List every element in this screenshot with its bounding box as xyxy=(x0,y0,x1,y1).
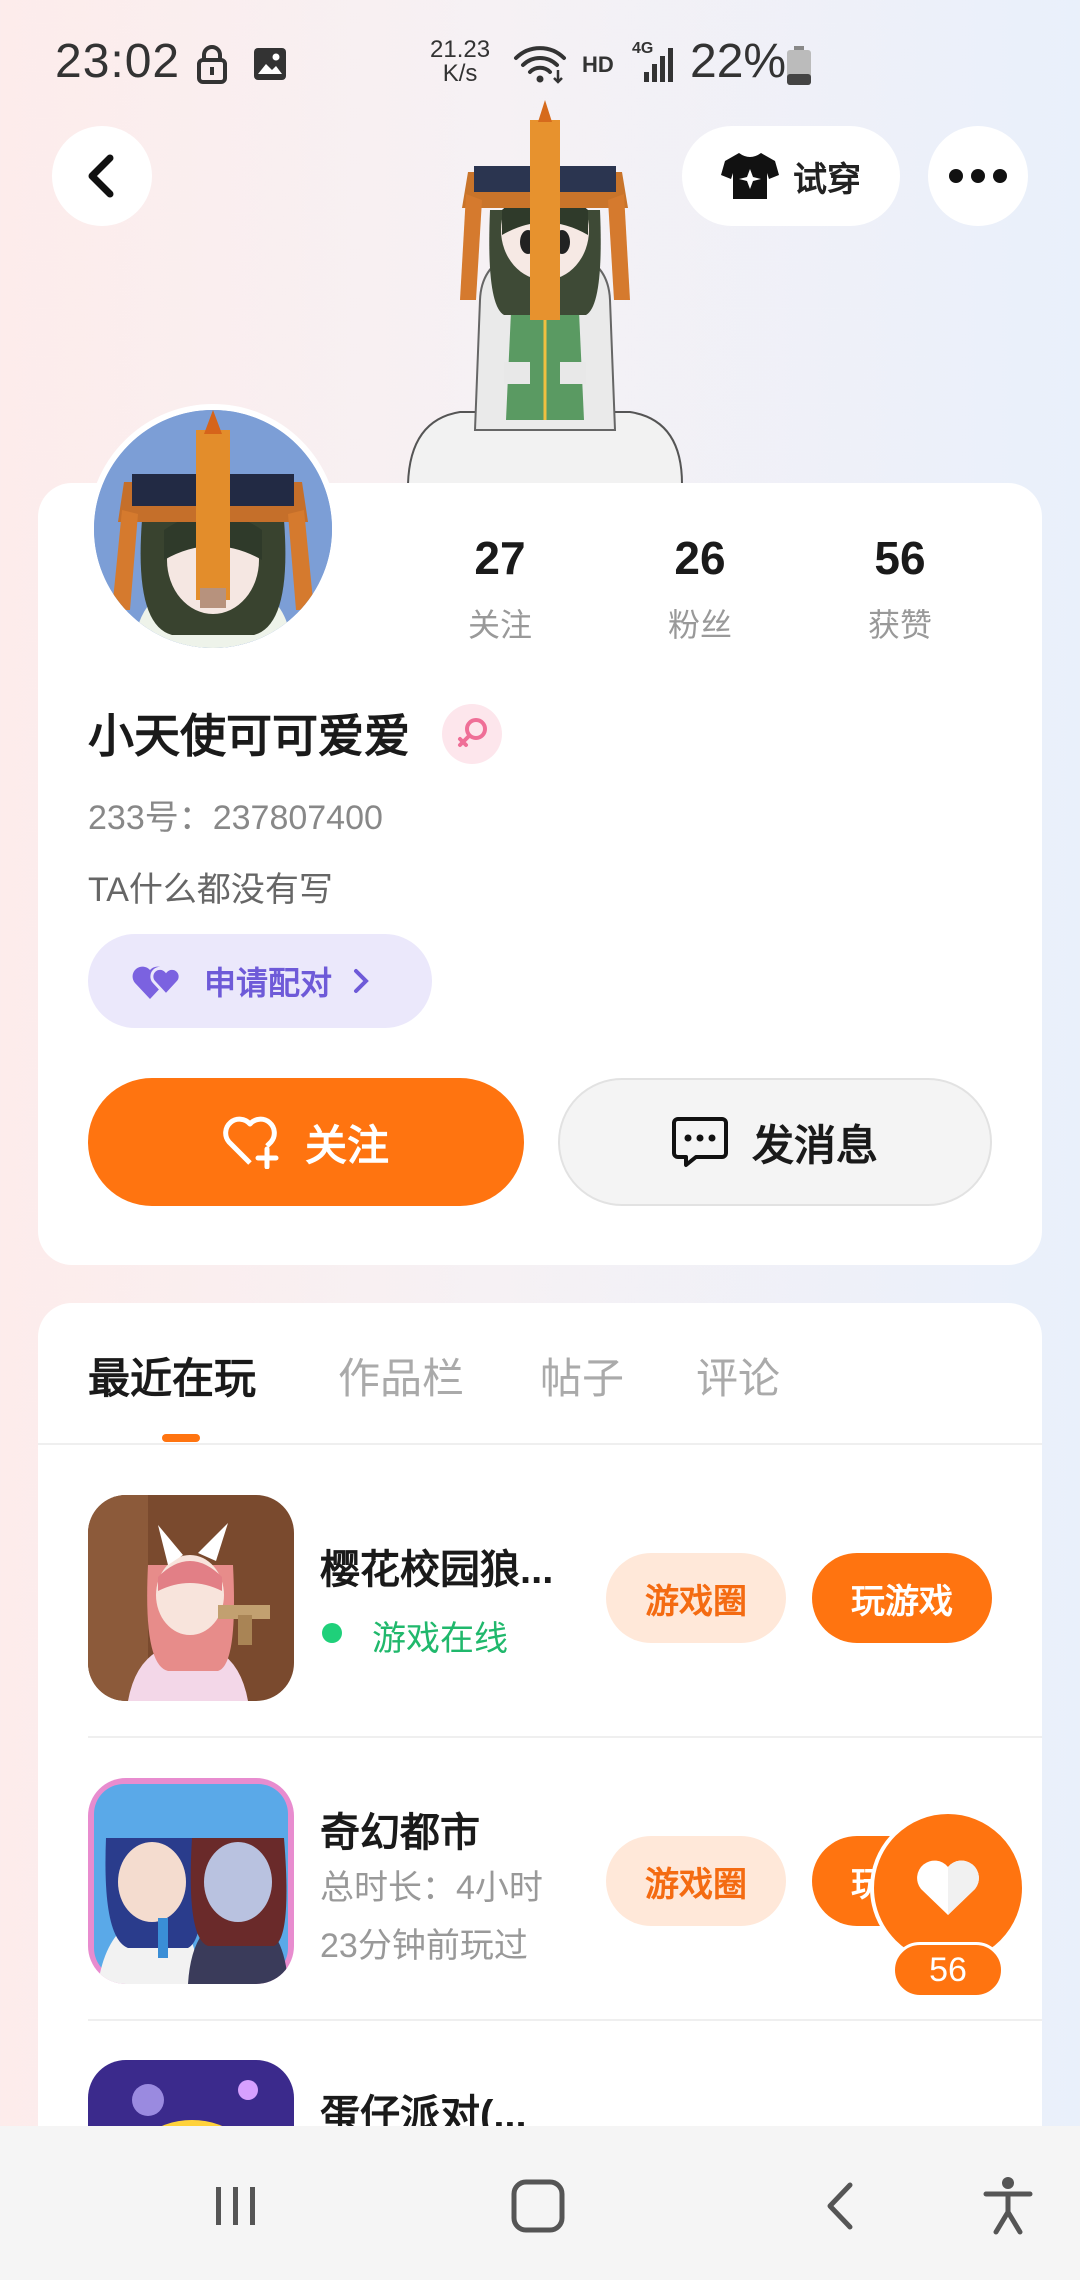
stat-followers[interactable]: 26 粉丝 xyxy=(600,530,800,650)
profile-stats: 27 关注 26 粉丝 56 获赞 xyxy=(400,530,1000,650)
game-cover-sakura xyxy=(88,1495,294,1701)
recent-apps-icon xyxy=(216,2187,255,2225)
back-arrow-icon xyxy=(827,2182,853,2230)
user-id: 233号：237807400 xyxy=(88,799,383,837)
game-online-status: 游戏在线 xyxy=(372,1620,508,1658)
back-button[interactable] xyxy=(52,126,152,226)
system-nav-bar xyxy=(0,2126,1080,2280)
accessibility-button[interactable] xyxy=(968,2166,1048,2246)
pair-request-button[interactable]: 申请配对 xyxy=(88,934,432,1028)
game-title: 樱花校园狼... xyxy=(320,1548,554,1592)
net-speed-value: 21.23 xyxy=(430,36,491,63)
row-divider xyxy=(88,2019,1042,2021)
chat-bubble-icon xyxy=(671,1117,728,1167)
character-figure xyxy=(406,100,684,484)
female-icon xyxy=(458,718,487,747)
online-status-dot xyxy=(322,1623,342,1643)
tab-posts[interactable]: 帖子 xyxy=(540,1345,624,1406)
heart-plus-icon xyxy=(223,1116,279,1169)
stat-followers-value: 26 xyxy=(674,532,726,584)
username: 小天使可可爱爱 xyxy=(88,710,410,762)
tab-recent-played[interactable]: 最近在玩 xyxy=(88,1345,256,1406)
user-bio: TA什么都没有写 xyxy=(88,871,333,909)
avatar[interactable] xyxy=(88,404,338,654)
accessibility-icon xyxy=(983,2177,1033,2235)
stat-likes-label: 获赞 xyxy=(867,607,932,643)
tab-comments[interactable]: 评论 xyxy=(696,1345,780,1406)
net-speed-unit: K/s xyxy=(442,60,478,87)
list-item-game[interactable]: 樱花校园狼... 游戏在线 游戏圈 玩游戏 xyxy=(0,1495,1080,1777)
chevron-left-icon xyxy=(88,154,114,198)
nav-back-button[interactable] xyxy=(800,2166,880,2246)
gender-badge xyxy=(442,704,502,764)
stat-likes-value: 56 xyxy=(874,532,926,584)
try-on-button[interactable]: 试穿 xyxy=(682,126,900,226)
follow-button[interactable]: 关注 xyxy=(88,1078,524,1206)
game-circle-button[interactable]: 游戏圈 xyxy=(606,1836,786,1926)
game-icon[interactable] xyxy=(88,1495,294,1701)
send-message-label: 发消息 xyxy=(751,1121,878,1169)
stat-following-value: 27 xyxy=(474,532,526,584)
game-title: 奇幻都市 xyxy=(320,1811,480,1855)
hd-indicator: HD xyxy=(582,52,614,77)
more-button[interactable] xyxy=(928,126,1028,226)
stat-following[interactable]: 27 关注 xyxy=(400,530,600,650)
like-count: 56 xyxy=(892,1942,1004,1998)
row-divider xyxy=(88,1736,1042,1738)
follow-label: 关注 xyxy=(304,1121,389,1169)
more-dots-icon xyxy=(949,169,1007,183)
home-button[interactable] xyxy=(498,2166,578,2246)
shirt-icon xyxy=(721,153,779,199)
game-circle-button[interactable]: 游戏圈 xyxy=(606,1553,786,1643)
tab-divider xyxy=(38,1443,1042,1445)
net-speed: 21.23 K/s xyxy=(430,38,490,86)
stat-followers-label: 粉丝 xyxy=(667,607,732,643)
game-cover-fantasy-city xyxy=(88,1778,294,1984)
image-icon xyxy=(254,48,286,80)
heart-icon xyxy=(917,1860,979,1915)
game-play-duration: 总时长：4小时 xyxy=(320,1869,543,1907)
stat-likes[interactable]: 56 获赞 xyxy=(800,530,1000,650)
send-message-button[interactable]: 发消息 xyxy=(558,1078,992,1206)
chevron-right-icon xyxy=(354,969,369,993)
battery-percent: 22% xyxy=(690,35,787,88)
tab-indicator xyxy=(162,1434,200,1442)
play-game-button[interactable]: 玩游戏 xyxy=(812,1553,992,1643)
game-icon[interactable] xyxy=(88,1778,294,1984)
try-on-label: 试穿 xyxy=(793,160,861,199)
game-last-played: 23分钟前玩过 xyxy=(320,1927,528,1965)
wifi-icon xyxy=(514,46,566,84)
tab-works[interactable]: 作品栏 xyxy=(338,1345,464,1406)
signal-icon xyxy=(644,48,673,82)
lock-icon xyxy=(197,45,227,84)
double-heart-icon xyxy=(132,966,182,999)
status-time: 23:02 xyxy=(55,35,181,88)
avatar-image xyxy=(94,410,332,648)
battery-icon xyxy=(787,46,811,85)
home-icon xyxy=(511,2179,565,2233)
recent-apps-button[interactable] xyxy=(196,2166,276,2246)
pair-request-label: 申请配对 xyxy=(204,965,333,1001)
stat-following-label: 关注 xyxy=(467,607,532,643)
